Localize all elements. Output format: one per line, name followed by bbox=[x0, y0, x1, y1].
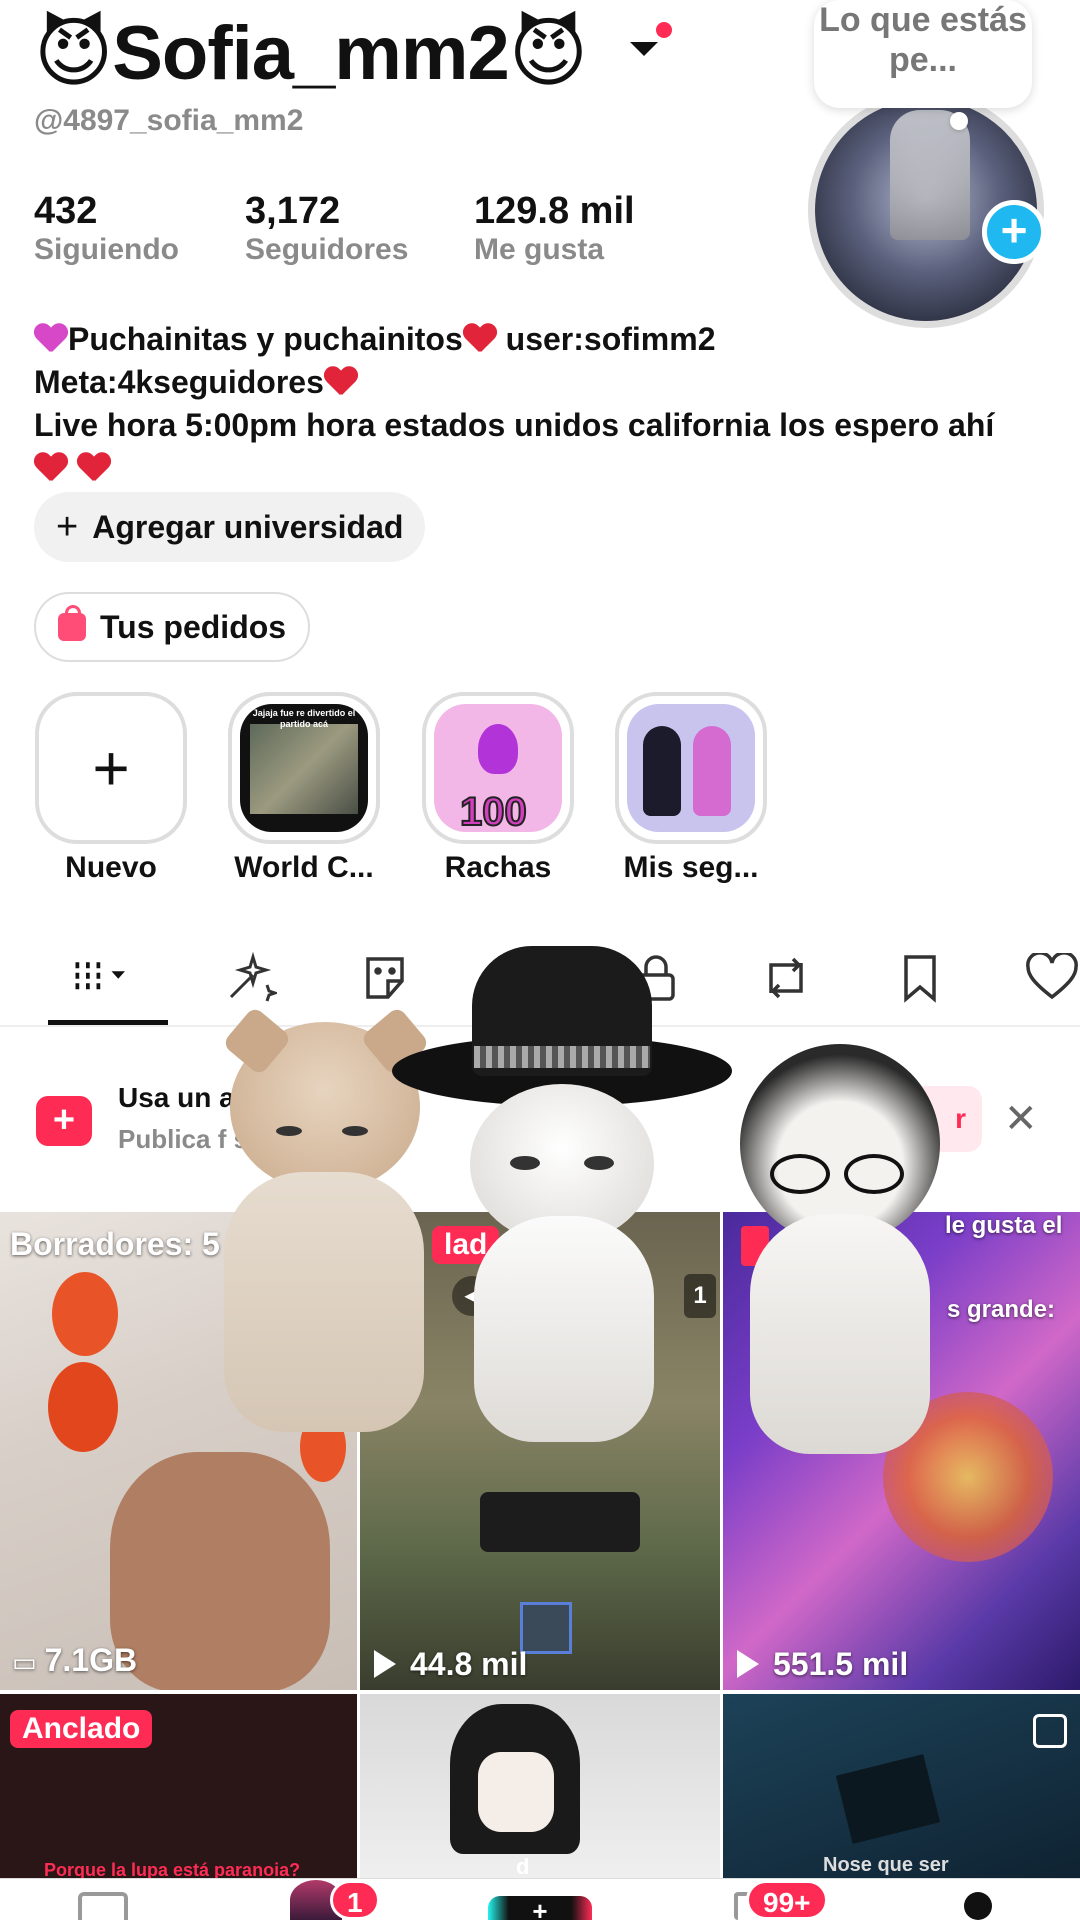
play-icon bbox=[737, 1650, 759, 1678]
highlight-label: Nuevo bbox=[65, 851, 157, 884]
shopping-bag-icon bbox=[58, 605, 86, 641]
repost-icon bbox=[769, 957, 803, 999]
thought-bubble-tail bbox=[950, 112, 968, 130]
video-caption: Nose que ser bbox=[823, 1854, 949, 1876]
video-caption: s grande: bbox=[947, 1296, 1056, 1323]
video-tile-5[interactable]: d bbox=[360, 1694, 720, 1878]
stat-label: Me gusta bbox=[474, 233, 605, 266]
bio-line-2: Meta:4kseguidores bbox=[34, 364, 324, 400]
heart-icon bbox=[1026, 953, 1078, 1000]
plus-icon: + bbox=[56, 505, 79, 548]
notification-dot bbox=[656, 22, 672, 38]
stat-value: 3,172 bbox=[245, 190, 341, 232]
friends-badge: 1 bbox=[330, 1880, 380, 1920]
tab-sparkle[interactable] bbox=[220, 948, 280, 1008]
highlight-label: Mis seg... bbox=[623, 851, 759, 884]
red-heart-icon bbox=[77, 453, 111, 483]
stat-following[interactable]: 432 Siguiendo bbox=[34, 190, 179, 267]
highlight-streak-number: 100 bbox=[459, 789, 528, 832]
video-caption: d bbox=[516, 1854, 530, 1878]
profile-handle: @4897_sofia_mm2 bbox=[34, 104, 304, 137]
highlight-thumb-text: Jajaja fue re divertido el partido acá bbox=[252, 708, 356, 729]
tab-saved[interactable] bbox=[890, 948, 950, 1008]
video-caption: Porque la lupa está paranoia? bbox=[44, 1860, 301, 1878]
highlight-world-cup[interactable]: Jajaja fue re divertido el partido acá bbox=[228, 692, 380, 844]
highlight-rachas[interactable]: 100 bbox=[422, 692, 574, 844]
tab-liked[interactable] bbox=[1022, 948, 1080, 1008]
inbox-badge: 99+ bbox=[746, 1880, 828, 1920]
cowboy-cat-sticker bbox=[392, 946, 732, 1442]
video-tile-pinned[interactable]: Anclado Porque la lupa está paranoia? bbox=[0, 1694, 357, 1878]
highlight-mis-seg[interactable] bbox=[615, 692, 767, 844]
videos-grid-icon bbox=[75, 962, 125, 990]
profile-icon[interactable] bbox=[964, 1892, 992, 1920]
purple-heart-icon bbox=[34, 324, 68, 354]
pinned-badge: Anclado bbox=[10, 1710, 153, 1748]
bio-line-1: Puchainitas y puchainitos bbox=[68, 321, 463, 357]
add-university-label: Agregar universidad bbox=[92, 508, 404, 545]
highlight-label: Rachas bbox=[444, 851, 552, 884]
carousel-icon bbox=[1033, 1714, 1067, 1748]
drafts-icon: ▭ bbox=[12, 1647, 37, 1677]
home-icon[interactable] bbox=[78, 1892, 128, 1920]
plus-icon: + bbox=[36, 1096, 92, 1146]
close-icon[interactable]: ✕ bbox=[1004, 1096, 1038, 1142]
stat-value: 432 bbox=[34, 190, 98, 232]
stat-label: Seguidores bbox=[245, 233, 409, 266]
add-story-plus-icon[interactable]: + bbox=[982, 200, 1046, 264]
video-tile-6[interactable]: Nose que ser bbox=[723, 1694, 1080, 1878]
stat-likes[interactable]: 129.8 mil Me gusta bbox=[474, 190, 635, 267]
play-icon bbox=[374, 1650, 396, 1678]
plus-icon: + bbox=[92, 732, 130, 804]
tab-reposts[interactable] bbox=[756, 948, 816, 1008]
tab-videos[interactable] bbox=[74, 948, 134, 1008]
red-heart-icon bbox=[463, 324, 497, 354]
view-count: 44.8 mil bbox=[374, 1646, 527, 1683]
bookmark-icon bbox=[904, 955, 936, 1003]
account-switch-chevron-icon[interactable] bbox=[630, 42, 658, 56]
highlight-new[interactable]: + bbox=[35, 692, 187, 844]
create-button[interactable]: + bbox=[488, 1896, 592, 1920]
profile-bio: Puchainitas y puchainitos user:sofimm2 M… bbox=[34, 318, 1054, 490]
bio-line-1-suffix: user:sofimm2 bbox=[496, 321, 716, 357]
drafts-size: ▭ 7.1GB bbox=[12, 1642, 138, 1678]
stat-label: Siguiendo bbox=[34, 233, 179, 266]
highlight-label: World C... bbox=[234, 851, 374, 884]
red-heart-icon bbox=[34, 453, 68, 483]
orders-button[interactable]: Tus pedidos bbox=[34, 592, 311, 662]
red-heart-icon bbox=[324, 367, 358, 397]
stat-followers[interactable]: 3,172 Seguidores bbox=[245, 190, 408, 267]
add-university-button[interactable]: + Agregar universidad bbox=[34, 492, 426, 562]
stat-value: 129.8 mil bbox=[474, 190, 635, 232]
sparkle-icon bbox=[229, 951, 277, 1002]
profile-username[interactable]: 😈Sofia_mm2😈 bbox=[34, 8, 588, 97]
thought-bubble[interactable]: Lo que estás pe... bbox=[814, 0, 1032, 108]
thought-bubble-text: Lo que estás pe... bbox=[819, 1, 1027, 79]
video-caption: le gusta el bbox=[945, 1212, 1063, 1239]
bio-line-3: Live hora 5:00pm hora estados unidos cal… bbox=[34, 407, 995, 443]
glasses-cat-sticker bbox=[740, 1044, 950, 1464]
view-count: 551.5 mil bbox=[737, 1646, 908, 1683]
orders-label: Tus pedidos bbox=[100, 608, 287, 645]
drafts-label: Borradores: 5 bbox=[10, 1226, 220, 1262]
